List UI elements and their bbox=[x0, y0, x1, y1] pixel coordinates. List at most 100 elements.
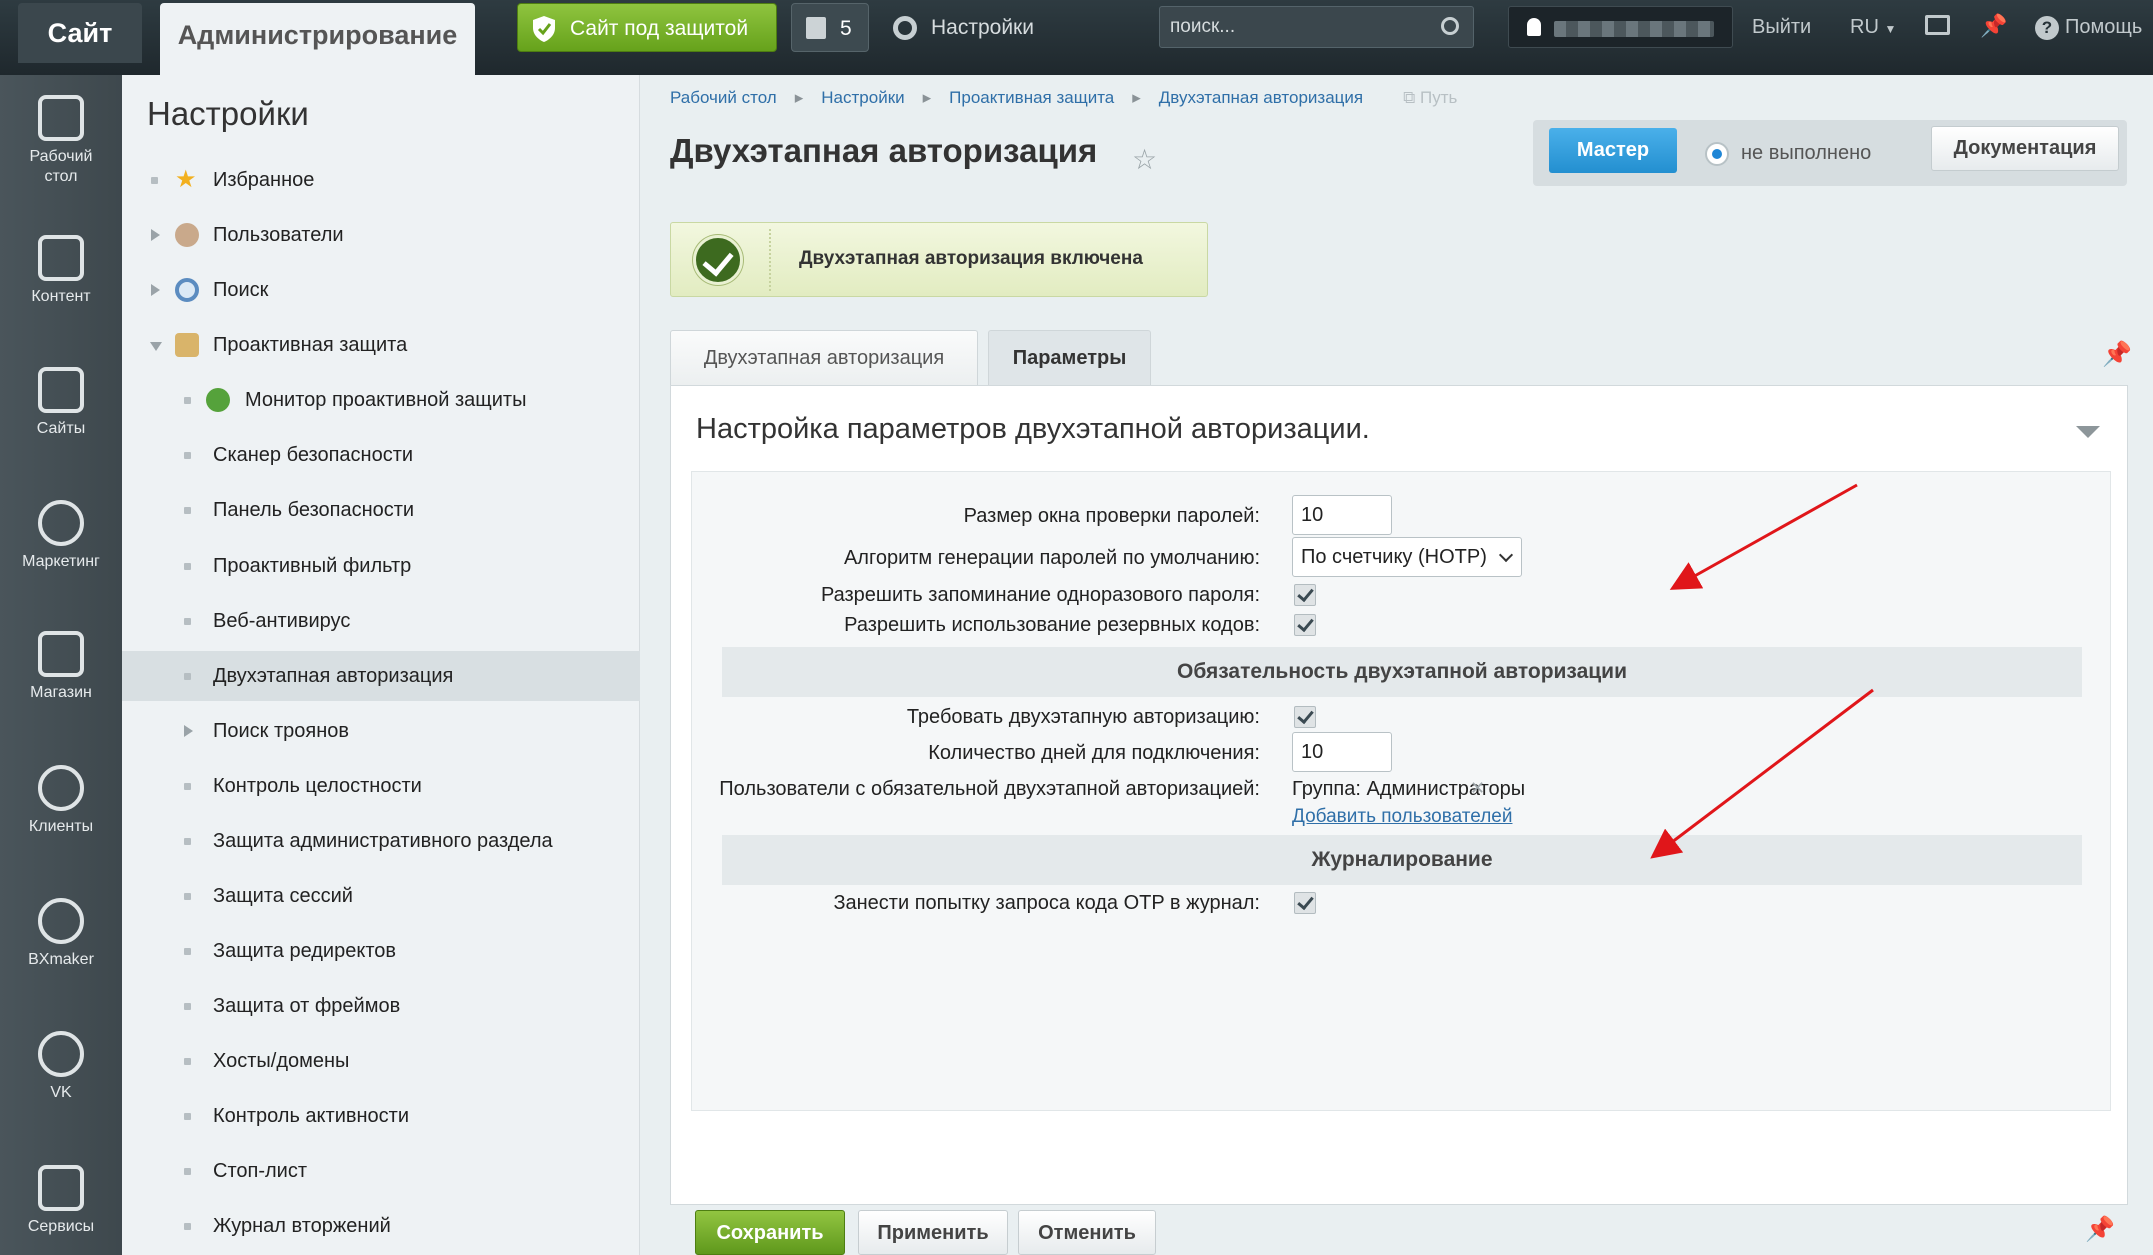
sidebar-item-label: Поиск bbox=[213, 279, 269, 301]
sidebar-item-security-panel[interactable]: Панель безопасности bbox=[122, 485, 640, 535]
sidebar-item-label: Проактивная защита bbox=[213, 334, 408, 356]
remember-otp-checkbox[interactable] bbox=[1294, 584, 1316, 606]
menu-services[interactable]: Сервисы bbox=[0, 1165, 122, 1237]
sidebar-item-stoplist[interactable]: Стоп-лист bbox=[122, 1146, 640, 1196]
sidebar-item-two-factor[interactable]: Двухэтапная авторизация bbox=[122, 651, 640, 701]
sidebar-item-trojans[interactable]: Поиск троянов bbox=[122, 706, 640, 756]
keyboard-icon[interactable] bbox=[1925, 15, 1950, 35]
logout-link[interactable]: Выйти bbox=[1752, 3, 1811, 52]
shield-check-icon bbox=[533, 16, 555, 42]
menu-clients[interactable]: Клиенты bbox=[0, 765, 122, 837]
sidebar-item-hosts[interactable]: Хосты/домены bbox=[122, 1036, 640, 1086]
sidebar-item-users[interactable]: Пользователи bbox=[122, 210, 640, 260]
pin-icon[interactable]: 📌 bbox=[1980, 13, 2007, 38]
sidebar-item-search[interactable]: Поиск bbox=[122, 265, 640, 315]
clients-24-icon bbox=[38, 765, 84, 811]
breadcrumb-item[interactable]: Проактивная защита bbox=[949, 88, 1114, 107]
tab-two-factor[interactable]: Двухэтапная авторизация bbox=[670, 330, 978, 385]
panel-title: Настройка параметров двухэтапной авториз… bbox=[696, 413, 1370, 445]
window-size-label: Размер окна проверки паролей: bbox=[963, 505, 1260, 527]
menu-vk[interactable]: VK bbox=[0, 1031, 122, 1103]
chevron-right-icon: ▸ bbox=[922, 88, 932, 107]
sidebar-item-integrity[interactable]: Контроль целостности bbox=[122, 761, 640, 811]
menu-label: Контент bbox=[31, 288, 91, 305]
chevron-right-icon[interactable] bbox=[151, 229, 160, 241]
notifications-button[interactable]: 5 bbox=[791, 3, 869, 52]
settings-form: Размер окна проверки паролей: 10 Алгорит… bbox=[691, 471, 2111, 1111]
tab-parameters[interactable]: Параметры bbox=[988, 330, 1151, 386]
admin-tab[interactable]: Администрирование bbox=[160, 3, 475, 75]
sidebar-item-admin-protection[interactable]: Защита административного раздела bbox=[122, 816, 640, 866]
search-icon[interactable] bbox=[1441, 17, 1459, 35]
sidebar-item-antivirus[interactable]: Веб-антивирус bbox=[122, 596, 640, 646]
window-size-input[interactable]: 10 bbox=[1292, 495, 1392, 535]
documentation-button[interactable]: Документация bbox=[1931, 126, 2119, 171]
user-menu[interactable] bbox=[1508, 6, 1733, 48]
remove-icon[interactable]: ✕ bbox=[1470, 778, 1485, 799]
sidebar-item-sessions[interactable]: Защита сессий bbox=[122, 871, 640, 921]
collapse-arrow-icon[interactable] bbox=[2076, 426, 2100, 438]
menu-shop[interactable]: Магазин bbox=[0, 631, 122, 703]
sidebar-item-proactive-filter[interactable]: Проактивный фильтр bbox=[122, 541, 640, 591]
menu-label: VK bbox=[50, 1084, 72, 1101]
help-label: Помощь bbox=[2065, 16, 2143, 38]
favorite-star-icon[interactable]: ☆ bbox=[1132, 143, 1157, 176]
chevron-right-icon[interactable] bbox=[151, 284, 160, 296]
breadcrumb-item[interactable]: Настройки bbox=[821, 88, 904, 107]
pin-icon[interactable]: 📌 bbox=[2102, 340, 2132, 369]
chevron-down-icon[interactable] bbox=[150, 342, 162, 351]
search-input[interactable] bbox=[1160, 7, 1420, 47]
breadcrumb-item[interactable]: Рабочий стол bbox=[670, 88, 777, 107]
sidebar-item-scanner[interactable]: Сканер безопасности bbox=[122, 430, 640, 480]
sidebar-item-frames[interactable]: Защита от фреймов bbox=[122, 981, 640, 1031]
pin-icon[interactable]: 📌 bbox=[2085, 1215, 2115, 1244]
require-two-factor-checkbox[interactable] bbox=[1294, 706, 1316, 728]
sidebar-item-label: Веб-антивирус bbox=[213, 610, 351, 632]
check-circle-icon bbox=[693, 235, 743, 285]
menu-desktop[interactable]: Рабочий стол bbox=[0, 95, 122, 187]
sidebar-item-monitor[interactable]: Монитор проактивной защиты bbox=[122, 375, 640, 425]
chevron-down-icon bbox=[1498, 547, 1514, 563]
path-link[interactable]: ⧉ Путь bbox=[1403, 88, 1457, 107]
settings-sidebar: Настройки ★ Избранное Пользователи Поиск … bbox=[122, 75, 640, 1255]
days-label: Количество дней для подключения: bbox=[928, 742, 1260, 764]
sidebar-item-activity[interactable]: Контроль активности bbox=[122, 1091, 640, 1141]
site-tab[interactable]: Сайт bbox=[18, 3, 142, 63]
sidebar-item-redirects[interactable]: Защита редиректов bbox=[122, 926, 640, 976]
lock-icon bbox=[175, 333, 199, 357]
top-bar: Сайт Администрирование Сайт под защитой … bbox=[0, 0, 2153, 75]
backup-codes-checkbox[interactable] bbox=[1294, 614, 1316, 636]
sidebar-item-proactive[interactable]: Проактивная защита bbox=[122, 320, 640, 370]
cancel-button[interactable]: Отменить bbox=[1018, 1210, 1156, 1255]
help-link[interactable]: ? Помощь bbox=[2035, 3, 2142, 52]
menu-sites[interactable]: Сайты bbox=[0, 367, 122, 439]
menu-label: стол bbox=[44, 168, 78, 185]
settings-link[interactable]: Настройки bbox=[893, 3, 1034, 52]
main-menu: Рабочий стол Контент Сайты Маркетинг Мага… bbox=[0, 75, 122, 1255]
site-protected-button[interactable]: Сайт под защитой bbox=[517, 3, 777, 52]
sidebar-item-label: Избранное bbox=[213, 169, 315, 191]
sidebar-item-intrusion-log[interactable]: Журнал вторжений bbox=[122, 1201, 640, 1251]
notice-text: Двухэтапная авторизация включена bbox=[799, 248, 1143, 269]
master-button[interactable]: Мастер bbox=[1549, 128, 1677, 173]
days-input[interactable]: 10 bbox=[1292, 732, 1392, 772]
chevron-right-icon[interactable] bbox=[184, 725, 193, 737]
menu-marketing[interactable]: Маркетинг bbox=[0, 500, 122, 572]
language-selector[interactable]: RU ▼ bbox=[1850, 3, 1896, 52]
breadcrumb-item[interactable]: Двухэтапная авторизация bbox=[1159, 88, 1363, 107]
help-icon: ? bbox=[2035, 16, 2059, 40]
divider bbox=[769, 229, 771, 291]
menu-content[interactable]: Контент bbox=[0, 235, 122, 307]
algorithm-select[interactable]: По счетчику (HOTP) bbox=[1292, 537, 1522, 577]
save-button[interactable]: Сохранить bbox=[695, 1210, 845, 1255]
add-users-link[interactable]: Добавить пользователей bbox=[1292, 806, 1512, 828]
sidebar-item-label: Поиск троянов bbox=[213, 720, 350, 742]
menu-label: Рабочий bbox=[29, 148, 93, 165]
notification-count: 5 bbox=[840, 17, 852, 40]
menu-label: BXmaker bbox=[28, 951, 94, 968]
require-two-factor-label: Требовать двухэтапную авторизацию: bbox=[906, 706, 1260, 728]
sidebar-item-favorites[interactable]: ★ Избранное bbox=[122, 155, 640, 205]
apply-button[interactable]: Применить bbox=[858, 1210, 1008, 1255]
menu-bxmaker[interactable]: BXmaker bbox=[0, 898, 122, 970]
log-otp-checkbox[interactable] bbox=[1294, 892, 1316, 914]
